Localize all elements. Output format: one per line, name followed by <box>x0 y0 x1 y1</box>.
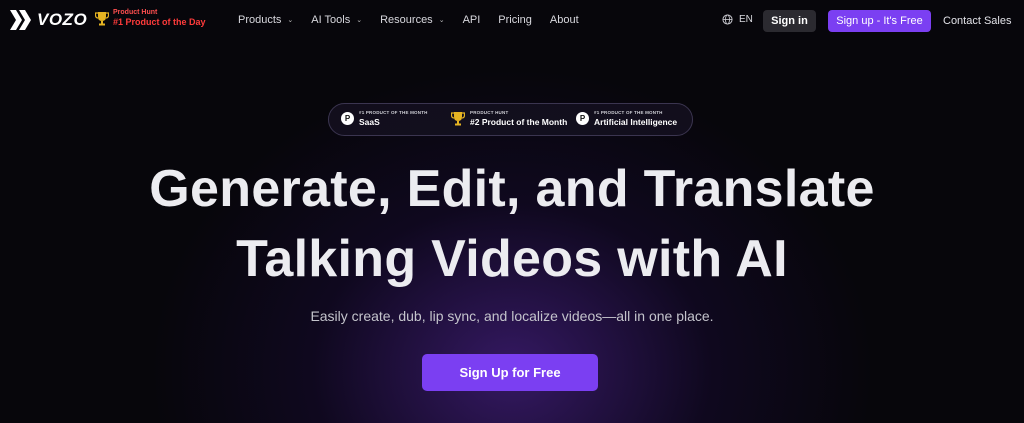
nav-api[interactable]: API <box>463 14 481 26</box>
nav-about[interactable]: About <box>550 14 579 26</box>
chevron-down-icon: ⌄ <box>287 17 294 24</box>
nav-resources[interactable]: Resources ⌄ <box>380 14 444 26</box>
brand-name: VOZO <box>37 10 88 29</box>
badge-saas[interactable]: P #1 PRODUCT OF THE MONTH SaaS <box>341 110 428 127</box>
nav-products[interactable]: Products ⌄ <box>238 14 293 26</box>
badge-saas-title: SaaS <box>359 116 380 127</box>
nav-pricing[interactable]: Pricing <box>498 14 532 26</box>
nav-about-label: About <box>549 14 579 26</box>
badge-ai-caption: #1 PRODUCT OF THE MONTH <box>594 110 663 115</box>
product-hunt-icon: P <box>576 112 589 125</box>
trophy-icon <box>451 112 465 126</box>
main-menu: Products ⌄ AI Tools ⌄ Resources ⌄ API Pr… <box>238 0 597 40</box>
badge-ai-title: Artificial Intelligence <box>594 116 678 127</box>
hero-headline-line-1: Generate, Edit, and Translate <box>149 160 875 218</box>
trophy-icon <box>95 11 109 25</box>
top-navigation: VOZO Product Hunt #1 Product of the Day … <box>0 0 1024 40</box>
vozo-logo[interactable]: VOZO <box>10 10 87 30</box>
nav-ai-tools-label: AI Tools <box>311 14 351 26</box>
language-label: EN <box>739 14 753 25</box>
hero-headline-line-2: Talking Videos with AI <box>236 230 788 288</box>
hero-subtitle: Easily create, dub, lip sync, and locali… <box>310 308 714 324</box>
nav-pricing-label: Pricing <box>498 14 532 26</box>
badge-product-hunt-caption: PRODUCT HUNT <box>470 110 509 115</box>
chevron-down-icon: ⌄ <box>438 17 445 24</box>
product-hunt-award-text: #1 Product of the Day <box>113 17 206 27</box>
badge-product-of-month[interactable]: PRODUCT HUNT #2 Product of the Month <box>451 110 568 127</box>
nav-products-label: Products <box>238 14 282 26</box>
badge-saas-caption: #1 PRODUCT OF THE MONTH <box>359 110 428 115</box>
sign-in-button[interactable]: Sign in <box>763 10 816 32</box>
logo-chevrons-icon <box>10 10 31 30</box>
product-hunt-icon: P <box>341 112 354 125</box>
contact-sales-link[interactable]: Contact Sales <box>943 15 1011 27</box>
badge-product-of-month-title: #2 Product of the Month <box>470 116 568 127</box>
sign-up-button[interactable]: Sign up - It's Free <box>828 10 931 32</box>
chevron-down-icon: ⌄ <box>356 17 363 24</box>
product-hunt-label: Product Hunt <box>113 9 158 16</box>
badge-artificial-intelligence[interactable]: P #1 PRODUCT OF THE MONTH Artificial Int… <box>576 110 678 127</box>
nav-resources-label: Resources <box>380 14 433 26</box>
language-selector[interactable]: EN <box>722 14 753 25</box>
globe-icon <box>722 14 733 25</box>
product-hunt-award[interactable]: Product Hunt #1 Product of the Day <box>95 9 206 27</box>
nav-api-label: API <box>462 14 481 26</box>
sign-up-for-free-button[interactable]: Sign Up for Free <box>422 354 598 391</box>
awards-badge-strip: P #1 PRODUCT OF THE MONTH SaaS PRODUCT H… <box>328 103 693 136</box>
nav-ai-tools[interactable]: AI Tools ⌄ <box>311 14 362 26</box>
